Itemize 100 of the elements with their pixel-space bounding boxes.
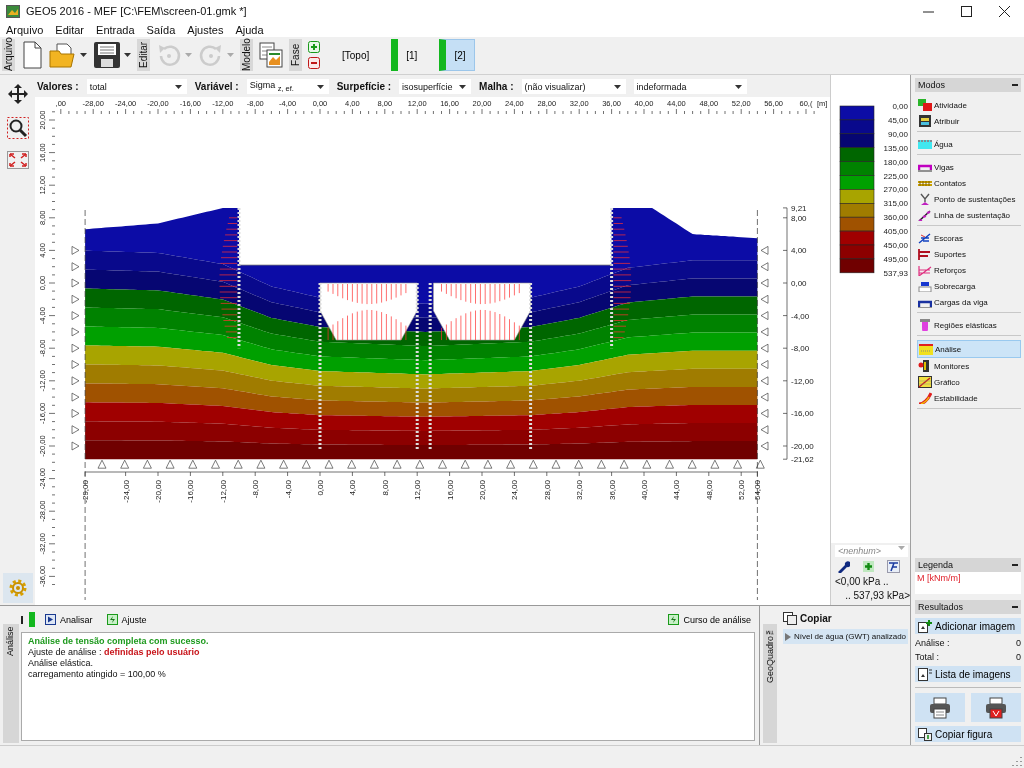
axis-label: -12,00 xyxy=(218,480,228,503)
model-icon[interactable] xyxy=(259,42,283,68)
control-label: Variável : xyxy=(194,81,239,92)
toolbar-section-label: Fase xyxy=(289,39,302,71)
caret-icon xyxy=(734,84,742,89)
dropdown-field[interactable]: <nenhum> xyxy=(835,545,908,557)
mode-icon xyxy=(919,343,933,355)
caret-icon xyxy=(459,84,467,89)
close-icon[interactable] xyxy=(999,5,1010,17)
panel-header[interactable]: Legenda xyxy=(915,558,1021,572)
scale-label: 495,00 xyxy=(883,254,908,264)
mode-item[interactable]: Ponto de sustentações xyxy=(917,191,1021,207)
analyze-button[interactable]: Analisar xyxy=(41,614,97,625)
count-label: Total : xyxy=(915,652,939,662)
lightning-icon xyxy=(106,614,118,625)
move-icon[interactable] xyxy=(6,83,29,105)
panel-header[interactable]: Modos xyxy=(915,78,1021,92)
mode-icon xyxy=(918,193,932,205)
control-label: Valores : xyxy=(37,81,79,92)
axis-label: -8,00 xyxy=(251,480,261,499)
axis-label: 0,00 xyxy=(791,279,807,288)
results-button[interactable]: Lista de imagens xyxy=(915,666,1021,682)
menu-item[interactable]: Ajuda xyxy=(235,23,264,36)
range-label: <0,00 kPa .. xyxy=(835,576,890,587)
mode-item[interactable]: Contatos xyxy=(917,175,1021,191)
mode-item[interactable]: Atribuir xyxy=(917,113,1021,129)
mode-item[interactable]: Suportes xyxy=(917,246,1021,262)
mode-item[interactable]: Regiões elásticas xyxy=(917,317,1021,333)
panel-header[interactable]: Resultados xyxy=(915,600,1021,614)
zoom-extents-icon[interactable] xyxy=(6,151,29,169)
stage-tab[interactable]: [2] xyxy=(439,39,475,71)
output-line: Análise de tensão completa com sucesso. xyxy=(28,636,210,647)
results-button[interactable]: Copiar figura xyxy=(915,726,1021,742)
axis-label: -29,00 xyxy=(81,480,91,503)
dropdown-field[interactable]: isosuperfície xyxy=(399,79,472,94)
save-icon[interactable] xyxy=(93,41,121,69)
axis-label: -8,00 xyxy=(791,344,810,354)
chart-icon[interactable] xyxy=(887,560,900,573)
axis-label: -16,00 xyxy=(186,480,196,503)
mode-item[interactable]: Vigas xyxy=(917,159,1021,175)
dropdown-field[interactable]: (não visualizar) xyxy=(521,79,626,94)
print-button[interactable] xyxy=(915,693,965,722)
mode-icon xyxy=(918,99,932,111)
side-tab[interactable]: Análise xyxy=(3,624,19,743)
menu-item[interactable]: Ajustes xyxy=(187,23,224,36)
mode-item[interactable]: Cargas da viga xyxy=(917,294,1021,310)
mode-icon xyxy=(918,264,932,276)
toolbar-section-label: Arquivo xyxy=(2,39,15,71)
menu-item[interactable]: Entrada xyxy=(96,23,135,36)
side-tab[interactable]: GeoQuadro™ xyxy=(763,624,777,743)
mode-item[interactable]: Atividade xyxy=(917,97,1021,113)
mode-item[interactable]: Escoras xyxy=(917,230,1021,246)
mode-item[interactable]: Monitores xyxy=(917,358,1021,374)
dropdown-field[interactable]: Sigma $_{z, ef.}$ xyxy=(246,79,329,94)
mode-icon xyxy=(918,138,932,150)
remove-stage-icon[interactable] xyxy=(308,57,320,69)
results-button[interactable]: Adicionar imagem xyxy=(915,618,1021,634)
caret-icon xyxy=(174,84,182,89)
axis-label: 24,00 xyxy=(510,480,520,501)
stage-tab[interactable]: [Topo] xyxy=(334,39,378,71)
add-stage-icon[interactable] xyxy=(308,41,320,53)
list-item[interactable]: Nível de água (GWT) analizado xyxy=(783,629,909,644)
zoom-icon[interactable] xyxy=(6,117,29,139)
image-icon xyxy=(918,727,932,741)
scale-label: 45,00 xyxy=(887,115,908,125)
mode-item[interactable]: Gráfico xyxy=(917,374,1021,390)
axis-label: -16,00 xyxy=(791,409,814,419)
axis-label: 52,00 xyxy=(737,480,747,501)
menu-item[interactable]: Editar xyxy=(55,23,85,36)
settings-button[interactable]: Ajuste xyxy=(102,614,151,625)
analysis-course-button[interactable]: Curso de análise xyxy=(664,614,755,625)
mode-item[interactable]: Linha de sustentação xyxy=(917,207,1021,223)
maximize-icon[interactable] xyxy=(961,5,972,17)
print-button[interactable] xyxy=(971,693,1021,722)
menu-item[interactable]: Arquivo xyxy=(6,23,44,36)
mode-item[interactable]: Análise xyxy=(917,340,1021,358)
mode-item[interactable]: Reforços xyxy=(917,262,1021,278)
axis-label: 44,00 xyxy=(672,480,682,501)
mode-item[interactable]: Sobrecarga xyxy=(917,278,1021,294)
count-value: 0 xyxy=(1016,652,1021,662)
scale-label: 537,93 xyxy=(883,268,908,278)
add-icon[interactable] xyxy=(862,560,875,573)
axis-label: 9,21 xyxy=(791,203,807,213)
axis-label: 16,00 xyxy=(445,480,455,501)
count-label: Análise : xyxy=(915,638,950,648)
mode-item[interactable]: Água xyxy=(917,136,1021,152)
range-label: .. 537,93 kPa> xyxy=(844,590,910,601)
caret-icon[interactable] xyxy=(124,53,131,57)
new-file-icon[interactable] xyxy=(21,41,43,69)
mode-item[interactable]: Estabilidade xyxy=(917,390,1021,406)
caret-icon[interactable] xyxy=(80,53,87,57)
caret-icon xyxy=(613,84,621,89)
dropdown-field[interactable]: total xyxy=(86,79,187,94)
menu-item[interactable]: Saída xyxy=(146,23,176,36)
axis-label: -20,00 xyxy=(791,442,814,451)
dropdown-field[interactable]: indeformada xyxy=(633,79,747,94)
resize-grip-icon[interactable] xyxy=(1012,756,1022,766)
app-icon xyxy=(6,4,20,18)
copy-button[interactable]: Copiar xyxy=(783,612,909,625)
wrench-icon[interactable] xyxy=(837,560,850,573)
